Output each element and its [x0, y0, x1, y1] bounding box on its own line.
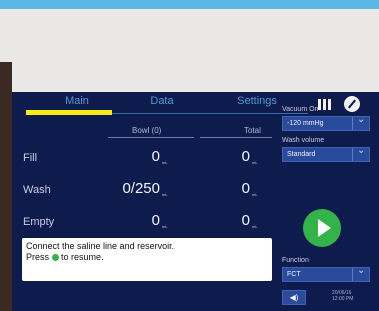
tab-bar: Main Data Settings	[12, 92, 308, 115]
wrench-icon[interactable]	[344, 96, 360, 112]
vacuum-select[interactable]: -120 mmHg	[282, 114, 370, 131]
empty-total-value: 0	[241, 212, 250, 229]
unit-label: mL	[162, 224, 168, 229]
chevron-down-icon	[352, 145, 369, 161]
empty-bowl-value: 0	[151, 212, 160, 229]
message-resume-text: to resume.	[61, 252, 104, 262]
unit-label: mL	[162, 192, 168, 197]
grid-icon[interactable]	[318, 99, 332, 110]
date-time: 20/06/16 12:00 PM	[332, 290, 353, 302]
row-label-wash: Wash	[23, 184, 51, 196]
device-screen: Main Data Settings Bowl (0) Total Fill 0…	[12, 92, 379, 311]
speaker-icon[interactable]: ◀)	[282, 290, 306, 305]
tab-divider	[112, 113, 308, 114]
fill-total-value: 0	[241, 148, 250, 165]
instruction-message: Connect the saline line and reservoir. P…	[22, 238, 272, 281]
wash-total-value: 0	[241, 180, 250, 197]
bowl-header-line	[108, 137, 194, 138]
left-edge	[0, 62, 12, 311]
bowl-column-header: Bowl (0)	[132, 126, 162, 135]
total-header-line	[200, 137, 272, 138]
tab-data[interactable]: Data	[127, 95, 197, 107]
play-button[interactable]	[303, 209, 341, 247]
unit-label: mL	[252, 160, 258, 165]
fill-bowl-value: 0	[151, 148, 160, 165]
function-value: FCT	[287, 271, 301, 278]
unit-label: mL	[252, 224, 258, 229]
wash-volume-value: Standard	[287, 151, 316, 158]
message-line-1: Connect the saline line and reservoir.	[26, 241, 175, 251]
wash-volume-select[interactable]: Standard	[282, 145, 370, 162]
function-label: Function	[282, 257, 309, 264]
chevron-down-icon	[352, 265, 369, 281]
message-press-text: Press	[26, 252, 50, 262]
unit-label: mL	[162, 160, 168, 165]
row-label-fill: Fill	[23, 152, 38, 164]
total-column-header: Total	[244, 126, 261, 135]
vacuum-value: -120 mmHg	[287, 120, 324, 127]
time-text: 12:00 PM	[332, 296, 354, 302]
chevron-down-icon	[352, 114, 369, 130]
wash-bowl-value: 0/250	[122, 180, 160, 197]
active-tab-indicator	[26, 110, 112, 115]
message-line-2: Press to resume.	[26, 252, 268, 263]
play-dot-icon	[51, 254, 59, 261]
vacuum-label: Vacuum On	[282, 106, 319, 113]
top-bar	[0, 0, 379, 9]
unit-label: mL	[252, 192, 258, 197]
function-select[interactable]: FCT	[282, 265, 370, 282]
tab-main[interactable]: Main	[42, 95, 112, 107]
wash-volume-label: Wash volume	[282, 137, 325, 144]
row-label-empty: Empty	[23, 216, 55, 228]
